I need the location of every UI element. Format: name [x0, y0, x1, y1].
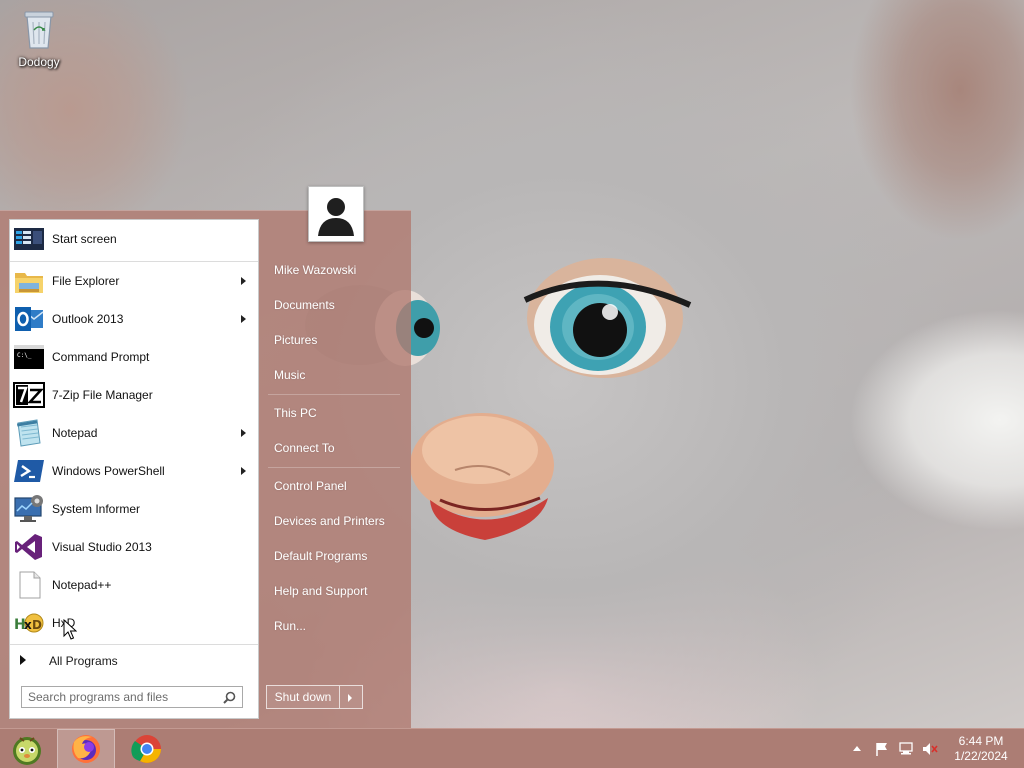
program-windows-powershell[interactable]: Windows PowerShell: [10, 453, 258, 489]
show-hidden-icons-chevron-icon[interactable]: [852, 741, 862, 757]
start-orb-icon: [13, 737, 41, 765]
divider: [10, 644, 258, 645]
submenu-arrow-icon[interactable]: [241, 429, 246, 437]
link-help-and-support[interactable]: Help and Support: [266, 578, 406, 604]
recycle-bin-label: Dodogy: [18, 55, 60, 69]
command-prompt-icon: C:\_: [14, 345, 44, 369]
program-label: Windows PowerShell: [52, 464, 165, 478]
program-notepadpp[interactable]: Notepad++: [10, 567, 258, 603]
program-label: Notepad: [52, 426, 98, 440]
all-programs-button[interactable]: All Programs: [10, 647, 258, 673]
folder-icon: [15, 273, 43, 293]
link-devices-and-printers[interactable]: Devices and Printers: [266, 508, 406, 534]
taskbar: 6:44 PM 1/22/2024: [0, 728, 1024, 768]
program-label: Outlook 2013: [52, 312, 124, 326]
network-icon[interactable]: [898, 741, 914, 757]
program-label: Visual Studio 2013: [52, 540, 152, 554]
recycle-bin-icon: [24, 11, 54, 49]
program-start-screen[interactable]: Start screen: [10, 221, 258, 257]
system-clock[interactable]: 6:44 PM 1/22/2024: [946, 734, 1016, 764]
program-system-informer[interactable]: System Informer: [10, 491, 258, 527]
program-label: Command Prompt: [52, 350, 150, 364]
mouse-pointer-icon: [63, 619, 77, 640]
shutdown-button[interactable]: Shut down: [267, 686, 340, 708]
expand-arrow-icon: [20, 655, 26, 665]
link-this-pc[interactable]: This PC: [266, 400, 406, 426]
link-control-panel[interactable]: Control Panel: [266, 473, 406, 499]
divider: [268, 394, 400, 395]
link-music[interactable]: Music: [266, 362, 406, 388]
chevron-right-icon: [348, 694, 352, 702]
notepad-icon: [16, 419, 41, 447]
user-account-picture[interactable]: [308, 186, 364, 242]
program-notepad[interactable]: Notepad: [10, 415, 258, 451]
chrome-icon: [131, 735, 161, 763]
program-visual-studio-2013[interactable]: Visual Studio 2013: [10, 529, 258, 565]
hxd-icon: H x D: [14, 613, 44, 633]
search-icon[interactable]: [223, 691, 236, 704]
outlook-icon: [15, 307, 44, 331]
program-label: 7-Zip File Manager: [52, 388, 153, 402]
program-outlook-2013[interactable]: Outlook 2013: [10, 301, 258, 337]
link-default-programs[interactable]: Default Programs: [266, 543, 406, 569]
svg-text:x: x: [24, 618, 32, 632]
shutdown-button-group: Shut down: [266, 685, 363, 709]
clock-time: 6:44 PM: [958, 734, 1004, 748]
taskbar-chrome-button[interactable]: [117, 729, 175, 768]
program-label: File Explorer: [52, 274, 120, 288]
svg-text:C:\_: C:\_: [17, 352, 32, 359]
start-menu-programs-pane: Start screen File Explorer Outlook 2013 …: [9, 219, 259, 719]
link-run[interactable]: Run...: [266, 613, 406, 639]
submenu-arrow-icon[interactable]: [241, 315, 246, 323]
link-pictures[interactable]: Pictures: [266, 327, 406, 353]
link-user-folder[interactable]: Mike Wazowski: [266, 257, 406, 283]
divider: [10, 261, 258, 262]
start-button[interactable]: [0, 729, 58, 768]
link-documents[interactable]: Documents: [266, 292, 406, 318]
submenu-arrow-icon[interactable]: [241, 277, 246, 285]
recycle-bin-desktop-icon[interactable]: Dodogy: [8, 6, 70, 76]
taskbar-firefox-button[interactable]: [57, 729, 115, 768]
action-center-flag-icon[interactable]: [874, 741, 890, 757]
link-connect-to[interactable]: Connect To: [266, 435, 406, 461]
program-label: System Informer: [52, 502, 141, 516]
program-file-explorer[interactable]: File Explorer: [10, 263, 258, 299]
notepadpp-icon: [19, 571, 41, 599]
program-label: Notepad++: [52, 578, 112, 592]
search-programs-box[interactable]: [21, 686, 243, 708]
program-label: Start screen: [52, 232, 117, 246]
shutdown-options-button[interactable]: [340, 686, 362, 708]
program-command-prompt[interactable]: C:\_ Command Prompt: [10, 339, 258, 375]
start-screen-icon: [14, 228, 44, 250]
all-programs-label: All Programs: [49, 654, 118, 668]
program-7zip-file-manager[interactable]: 7-Zip File Manager: [10, 377, 258, 413]
program-hxd[interactable]: H x D HxD: [10, 605, 258, 641]
submenu-arrow-icon[interactable]: [241, 467, 246, 475]
visual-studio-icon: [15, 534, 42, 560]
divider: [268, 467, 400, 468]
system-informer-icon: [14, 495, 43, 522]
user-icon: [312, 190, 360, 238]
volume-muted-icon[interactable]: [922, 741, 938, 757]
7zip-icon: [13, 382, 45, 408]
firefox-icon: [72, 735, 100, 763]
clock-date: 1/22/2024: [954, 749, 1008, 763]
powershell-icon: [14, 460, 44, 482]
search-input[interactable]: [22, 687, 212, 707]
svg-text:D: D: [32, 618, 42, 632]
